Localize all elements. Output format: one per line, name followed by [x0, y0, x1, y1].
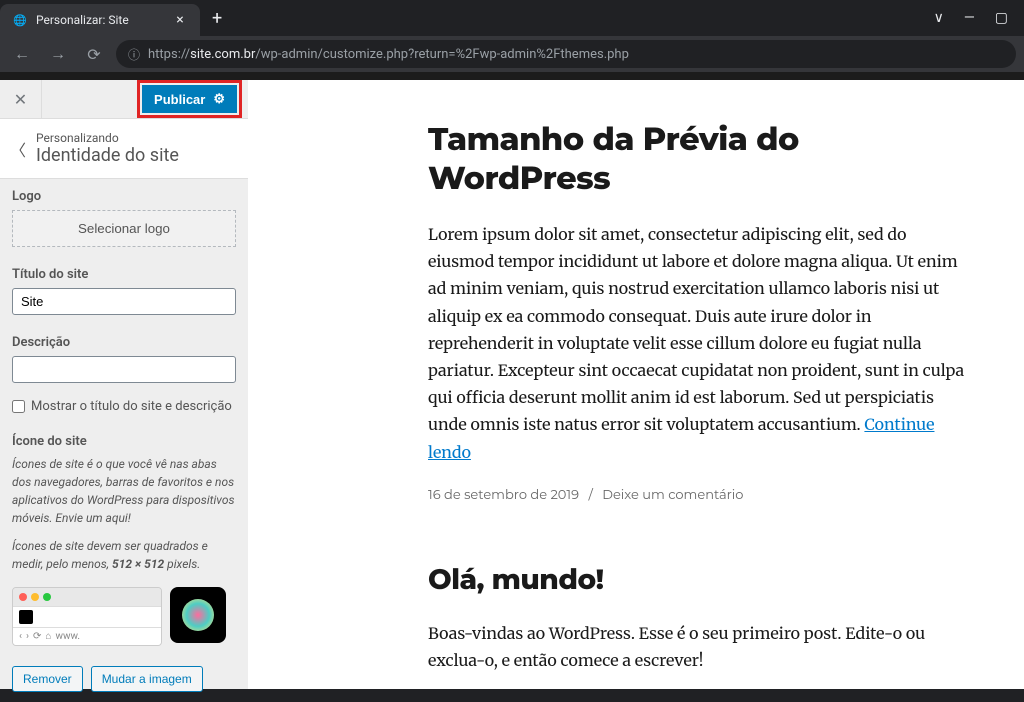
site-icon-preview: ‹ › ⟳ ⌂ www.	[12, 583, 236, 646]
section-back-button[interactable]: 〈	[10, 137, 36, 161]
post-title[interactable]: Olá, mundo!	[428, 563, 976, 597]
post-meta: 16 de setembro de 2019 / Deixe um coment…	[428, 487, 976, 503]
url-text: https://site.com.br/wp-admin/customize.p…	[148, 47, 629, 62]
publish-highlight: Publicar ⚙	[137, 80, 242, 118]
content-area: ✕ Publicar ⚙ 〈 Personalizando Identidade…	[0, 72, 1024, 689]
forward-button[interactable]: →	[44, 44, 72, 64]
site-icon-description-1: Ícones de site é o que você vê nas abas …	[12, 455, 236, 527]
tagline-label: Descrição	[12, 335, 236, 350]
traffic-light-green-icon	[43, 593, 51, 601]
site-icon-description-2: Ícones de site devem ser quadrados e med…	[12, 537, 236, 573]
post-body: Boas-vindas ao WordPress. Esse é o seu p…	[428, 621, 976, 675]
preview-url: www.	[55, 631, 80, 642]
close-tab-icon[interactable]: ×	[172, 12, 188, 28]
preview-favicon-icon	[19, 610, 33, 624]
tagline-input[interactable]	[12, 356, 236, 383]
remove-icon-button[interactable]: Remover	[12, 666, 83, 692]
site-preview[interactable]: Tamanho da Prévia do WordPress Lorem ips…	[248, 80, 1024, 689]
section-header: 〈 Personalizando Identidade do site	[0, 119, 248, 179]
change-icon-button[interactable]: Mudar a imagem	[91, 666, 203, 692]
window-controls: ∨ — ▢	[934, 10, 1024, 26]
customizer-header: ✕ Publicar ⚙	[0, 80, 248, 119]
preview-chevron-right-icon: ›	[26, 631, 29, 642]
close-customizer-button[interactable]: ✕	[0, 80, 42, 118]
traffic-light-red-icon	[19, 593, 27, 601]
display-title-checkbox[interactable]	[12, 400, 25, 413]
gear-icon[interactable]: ⚙	[213, 91, 225, 107]
customizer-sidebar: ✕ Publicar ⚙ 〈 Personalizando Identidade…	[0, 80, 248, 689]
browser-tab[interactable]: 🌐 Personalizar: Site ×	[0, 4, 200, 36]
post-body: Lorem ipsum dolor sit amet, consectetur …	[428, 222, 976, 467]
display-title-label[interactable]: Mostrar o título do site e descrição	[31, 399, 232, 414]
breadcrumb: Personalizando	[36, 131, 179, 145]
window-minimize-icon[interactable]: ∨	[934, 10, 944, 26]
post-title[interactable]: Tamanho da Prévia do WordPress	[428, 120, 976, 198]
preview-reload-icon: ⟳	[33, 631, 41, 642]
post-comment-link[interactable]: Deixe um comentário	[602, 487, 743, 503]
site-icon-large-preview	[170, 587, 226, 643]
preview-home-icon: ⌂	[45, 631, 51, 642]
site-icon-label: Ícone do site	[12, 434, 236, 449]
select-logo-button[interactable]: Selecionar logo	[12, 210, 236, 247]
window-maximize-button[interactable]: ▢	[995, 10, 1008, 26]
site-title-input[interactable]	[12, 288, 236, 315]
window-minimize-button[interactable]: —	[964, 10, 975, 26]
preview-chevron-left-icon: ‹	[19, 631, 22, 642]
logo-label: Logo	[12, 189, 236, 204]
tagline-control: Descrição	[0, 325, 248, 393]
new-tab-button[interactable]: +	[200, 8, 234, 29]
tab-title: Personalizar: Site	[36, 13, 164, 27]
site-icon-buttons: Remover Mudar a imagem	[0, 656, 248, 702]
traffic-light-yellow-icon	[31, 593, 39, 601]
site-icon-section: Ícone do site Ícones de site é o que voc…	[0, 424, 248, 656]
browser-tab-bar: 🌐 Personalizar: Site × + ∨ — ▢	[0, 0, 1024, 36]
info-icon: ⓘ	[128, 46, 140, 63]
publish-button[interactable]: Publicar ⚙	[142, 85, 237, 113]
tab-favicon-icon: 🌐	[12, 12, 28, 28]
browser-nav-bar: ← → ⟳ ⓘ https://site.com.br/wp-admin/cus…	[0, 36, 1024, 72]
logo-control: Logo Selecionar logo	[0, 179, 248, 257]
site-title-control: Título do site	[0, 257, 248, 325]
reload-button[interactable]: ⟳	[80, 45, 108, 64]
section-title: Identidade do site	[36, 145, 179, 166]
back-button[interactable]: ←	[8, 44, 36, 64]
site-title-label: Título do site	[12, 267, 236, 282]
post-date[interactable]: 16 de setembro de 2019	[428, 487, 579, 503]
bird-icon	[182, 599, 214, 631]
browser-preview-mock: ‹ › ⟳ ⌂ www.	[12, 587, 162, 646]
address-bar[interactable]: ⓘ https://site.com.br/wp-admin/customize…	[116, 40, 1016, 68]
display-title-control: Mostrar o título do site e descrição	[0, 393, 248, 424]
